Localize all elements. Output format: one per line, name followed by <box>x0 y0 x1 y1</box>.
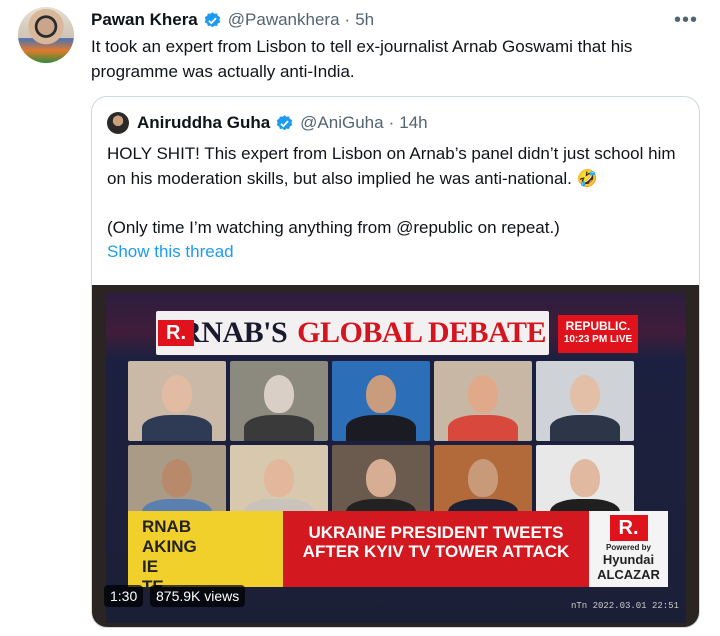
panelist-tile <box>434 361 532 441</box>
tweet-header: Pawan Khera @Pawankhera · 5h <box>91 8 720 32</box>
panelist-tile <box>128 361 226 441</box>
quoted-author-name: Aniruddha Guha <box>137 113 271 132</box>
quoted-paragraph-2: (Only time I’m watching anything from @r… <box>107 218 560 237</box>
more-options-icon[interactable]: ••• <box>674 9 698 32</box>
panelist-tile <box>230 361 328 441</box>
quoted-tweet[interactable]: Aniruddha Guha @AniGuha · 14h HOLY SHIT!… <box>91 96 700 628</box>
verified-badge-icon <box>204 11 220 27</box>
quoted-handle: @AniGuha <box>300 113 384 132</box>
sponsor-logo: R. <box>609 515 648 541</box>
panelist-tile <box>536 361 634 441</box>
panelist-tile <box>332 361 430 441</box>
video-timestamp: nTn 2022.03.01 22:51 <box>570 601 679 611</box>
channel-bug: REPUBLIC. 10:23 PM LIVE <box>558 315 638 353</box>
video-player[interactable]: ARNAB'S GLOBAL DEBATE R. REPUBLIC. 10:23… <box>92 285 699 627</box>
separator-dot: · <box>344 10 351 29</box>
tweet-time[interactable]: 5h <box>355 10 374 30</box>
separator-dot: · <box>388 113 395 132</box>
channel-live: LIVE <box>609 334 633 345</box>
quoted-time: 14h <box>399 113 428 132</box>
quoted-text: HOLY SHIT! This expert from Lisbon on Ar… <box>107 141 687 240</box>
ticker-headline: UKRAINE PRESIDENT TWEETS AFTER KYIV TV T… <box>283 511 589 587</box>
author-name[interactable]: Pawan Khera <box>91 10 198 30</box>
panelist-grid <box>128 361 648 525</box>
news-ticker: RNAB AKING IE TE UKRAINE PRESIDENT TWEET… <box>128 511 668 596</box>
tweet-text: It took an expert from Lisbon to tell ex… <box>91 37 633 81</box>
sponsor-powered: Powered by <box>606 543 651 552</box>
show-title-bar: ARNAB'S GLOBAL DEBATE <box>156 311 549 355</box>
sponsor-name: Hyundai ALCAZAR <box>597 552 660 582</box>
video-duration: 1:30 <box>104 585 144 607</box>
quoted-header: Aniruddha Guha @AniGuha · 14h <box>107 111 428 135</box>
show-thread-link[interactable]: Show this thread <box>107 242 234 262</box>
channel-name: REPUBLIC. <box>565 319 631 333</box>
quoted-avatar <box>107 112 129 134</box>
verified-badge-icon <box>276 114 293 130</box>
video-views: 875.9K views <box>150 585 246 607</box>
video-frame: ARNAB'S GLOBAL DEBATE R. REPUBLIC. 10:23… <box>106 293 686 623</box>
show-title-part2: GLOBAL DEBATE <box>297 316 547 349</box>
ticker-left-text: RNAB AKING IE TE <box>128 511 283 596</box>
channel-time: 10:23 PM <box>563 334 608 345</box>
author-handle[interactable]: @Pawankhera <box>228 10 340 30</box>
sponsor-box: R. Powered by Hyundai ALCAZAR <box>589 511 668 587</box>
republic-logo: R. <box>158 320 194 346</box>
author-avatar[interactable] <box>18 7 74 63</box>
quoted-paragraph-1: HOLY SHIT! This expert from Lisbon on Ar… <box>107 144 676 188</box>
